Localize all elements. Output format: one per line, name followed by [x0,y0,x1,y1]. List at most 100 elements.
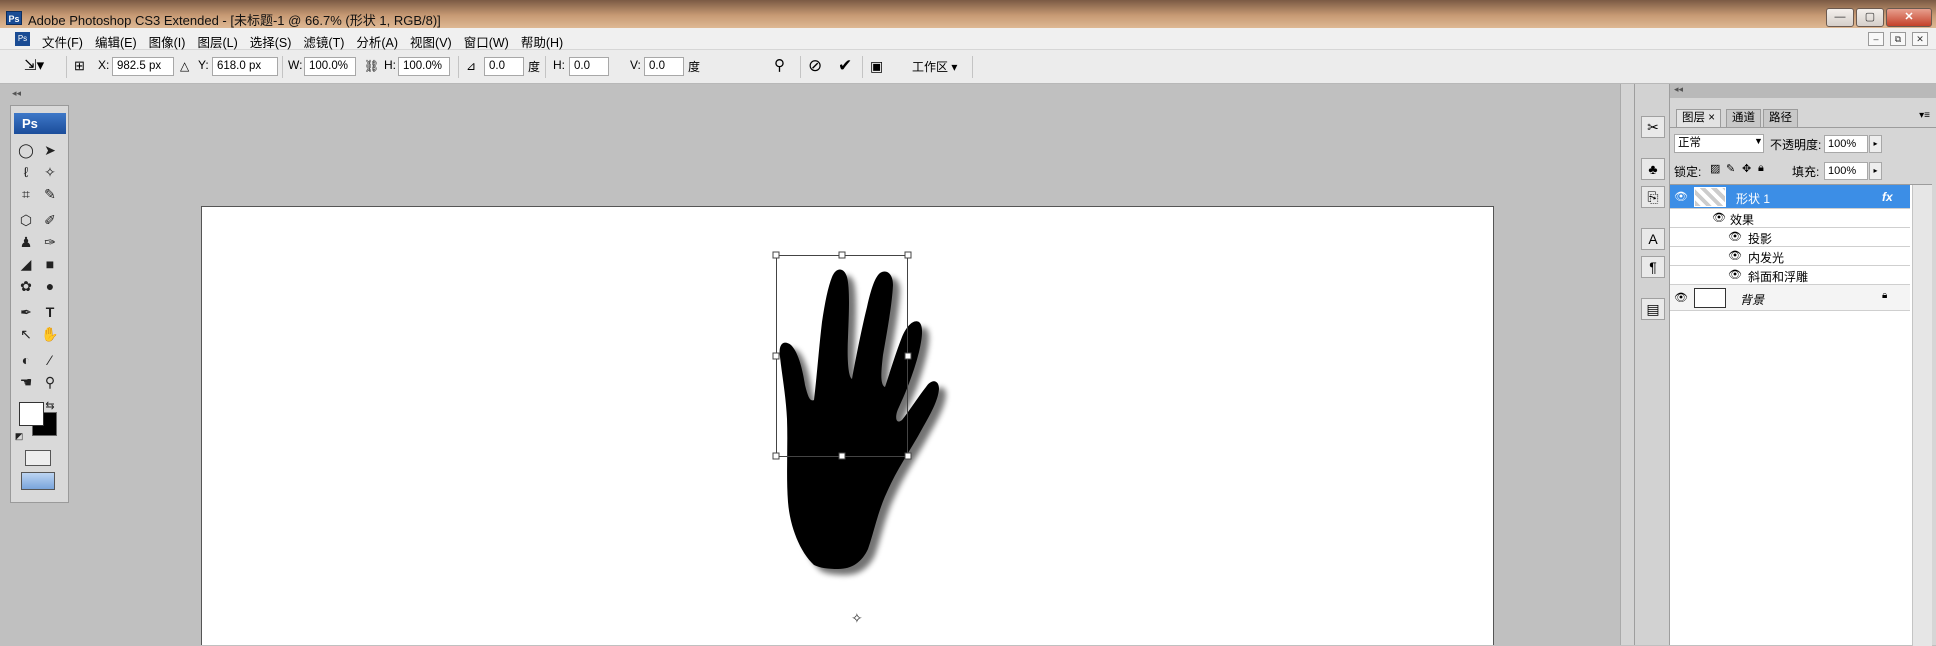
transform-handle[interactable] [904,452,912,460]
photoshop-app-icon[interactable]: Ps [6,11,22,25]
hand-tool-icon[interactable]: ☚ [15,372,37,392]
palette-well-icon[interactable]: ▣ [870,57,883,75]
effects-row[interactable]: 👁︎ 效果 [1670,209,1910,228]
screen-mode-button[interactable] [21,472,55,490]
link-proportions-icon[interactable]: ⛓ [364,57,379,75]
lock-position-icon[interactable]: ✥ [1742,162,1751,175]
layer-name[interactable]: 形状 1 [1736,190,1770,207]
menu-file[interactable]: 文件(F) [36,32,89,51]
toolbox-collapse-grip[interactable]: ◂◂ [12,88,21,99]
menu-filter[interactable]: 滤镜(T) [297,32,350,51]
x-position-field[interactable]: 982.5 px [112,57,174,76]
layer-comps-icon[interactable]: ▤ [1641,298,1665,320]
commit-transform-icon[interactable]: ✔ [838,57,852,75]
type-tool-icon[interactable]: T [39,302,61,322]
healing-brush-icon[interactable]: ⬡ [15,210,37,230]
workspace-menu[interactable]: 工作区 ▾ [912,58,957,75]
brush-tool-icon[interactable]: ✐ [39,210,61,230]
eraser-tool-icon[interactable]: ◢ [15,254,37,274]
width-field[interactable]: 100.0% [304,57,356,76]
effect-row[interactable]: 👁︎ 投影 [1670,228,1910,247]
quick-mask-button[interactable] [25,450,51,466]
reference-point-icon[interactable]: ⊞ [74,57,85,75]
brushes-panel-icon[interactable]: ♣ [1641,158,1665,180]
fx-badge[interactable]: fx [1882,190,1893,204]
height-field[interactable]: 100.0% [398,57,450,76]
zoom-tool-icon[interactable]: ⚲ [39,372,61,392]
pen-tool-icon[interactable]: ✒ [15,302,37,322]
fill-slider-button[interactable]: ▸ [1869,162,1882,180]
transform-handle[interactable] [904,352,912,360]
minimize-button[interactable]: — [1826,8,1854,27]
y-position-field[interactable]: 618.0 px [212,57,278,76]
blur-tool-icon[interactable]: ✿ [15,276,37,296]
visibility-eye-icon[interactable]: 👁︎ [1712,211,1726,224]
menu-layer[interactable]: 图层(L) [191,32,243,51]
tab-paths[interactable]: 路径 [1763,109,1798,127]
panel-menu-icon[interactable]: ▾≡ [1919,110,1930,121]
document-canvas[interactable] [201,206,1494,645]
dodge-tool-icon[interactable]: ● [39,276,61,296]
menu-window[interactable]: 窗口(W) [458,32,515,51]
relative-delta-icon[interactable]: △ [180,57,189,75]
shape-tool-icon[interactable]: ✋ [39,324,61,344]
marquee-tool-icon[interactable]: ◯ [15,140,37,160]
panel-collapse-grip[interactable]: ◂◂ [1670,84,1936,98]
layer-row-background[interactable]: 👁︎ 背景 🔒︎ [1670,285,1910,311]
transform-handle[interactable] [772,452,780,460]
layer-name[interactable]: 背景 [1740,291,1764,308]
move-tool-preset-icon[interactable]: ⇲▾ [24,57,44,75]
tab-layers[interactable]: 图层 × [1676,109,1721,127]
lock-pixels-icon[interactable]: ✎ [1726,162,1735,175]
visibility-eye-icon[interactable]: 👁︎ [1728,268,1742,281]
lock-all-icon[interactable]: 🔒︎ [1758,162,1764,175]
doc-close-button[interactable]: ✕ [1912,32,1928,46]
document-icon[interactable]: Ps [15,32,30,46]
menu-analysis[interactable]: 分析(A) [350,32,404,51]
transform-handle[interactable] [772,352,780,360]
effect-row[interactable]: 👁︎ 内发光 [1670,247,1910,266]
layers-scrollbar[interactable] [1912,185,1932,646]
cancel-transform-icon[interactable]: ⊘ [808,57,822,75]
gradient-tool-icon[interactable]: ■ [39,254,61,274]
menu-help[interactable]: 帮助(H) [515,32,569,51]
move-tool-icon[interactable]: ➤ [39,140,61,160]
layer-row-shape-1[interactable]: 👁︎ 形状 1 fx [1670,185,1910,209]
transform-handle[interactable] [904,251,912,259]
hand-shape-layer[interactable] [202,207,1495,646]
doc-minimize-button[interactable]: – [1868,32,1884,46]
eyedropper-icon[interactable]: ⁄ [39,350,61,370]
paragraph-panel-icon[interactable]: ¶ [1641,256,1665,278]
lock-transparency-icon[interactable]: ▨ [1710,162,1720,175]
path-selection-icon[interactable]: ↖ [15,324,37,344]
lasso-tool-icon[interactable]: ℓ [15,162,37,182]
tab-channels[interactable]: 通道 [1726,109,1761,127]
doc-restore-button[interactable]: ⧉ [1890,32,1906,46]
blend-mode-select[interactable]: 正常 [1674,134,1764,153]
clone-stamp-icon[interactable]: ♟ [15,232,37,252]
transform-handle[interactable] [838,452,846,460]
opacity-field[interactable]: 100% [1824,135,1868,153]
opacity-slider-button[interactable]: ▸ [1869,135,1882,153]
h-skew-field[interactable]: 0.0 [569,57,609,76]
v-skew-field[interactable]: 0.0 [644,57,684,76]
rotate-angle-field[interactable]: 0.0 [484,57,524,76]
warp-mode-icon[interactable]: ⚲ [774,57,785,75]
menu-select[interactable]: 选择(S) [244,32,298,51]
visibility-eye-icon[interactable]: 👁︎ [1674,190,1688,203]
magic-wand-icon[interactable]: ✧ [39,162,61,182]
menu-edit[interactable]: 编辑(E) [89,32,143,51]
document-scrollbar[interactable] [1620,84,1634,645]
maximize-button[interactable]: ▢ [1856,8,1884,27]
visibility-eye-icon[interactable]: 👁︎ [1674,291,1688,304]
slice-tool-icon[interactable]: ✎ [39,184,61,204]
visibility-eye-icon[interactable]: 👁︎ [1728,230,1742,243]
clone-source-icon[interactable]: ⎘ [1641,186,1665,208]
effect-row[interactable]: 👁︎ 斜面和浮雕 [1670,266,1910,285]
transform-handle[interactable] [772,251,780,259]
foreground-color-swatch[interactable] [19,402,44,426]
default-colors-icon[interactable]: ◩ [13,426,25,446]
fill-field[interactable]: 100% [1824,162,1868,180]
swap-colors-icon[interactable]: ⇆ [43,396,57,416]
history-brush-icon[interactable]: ✑ [39,232,61,252]
